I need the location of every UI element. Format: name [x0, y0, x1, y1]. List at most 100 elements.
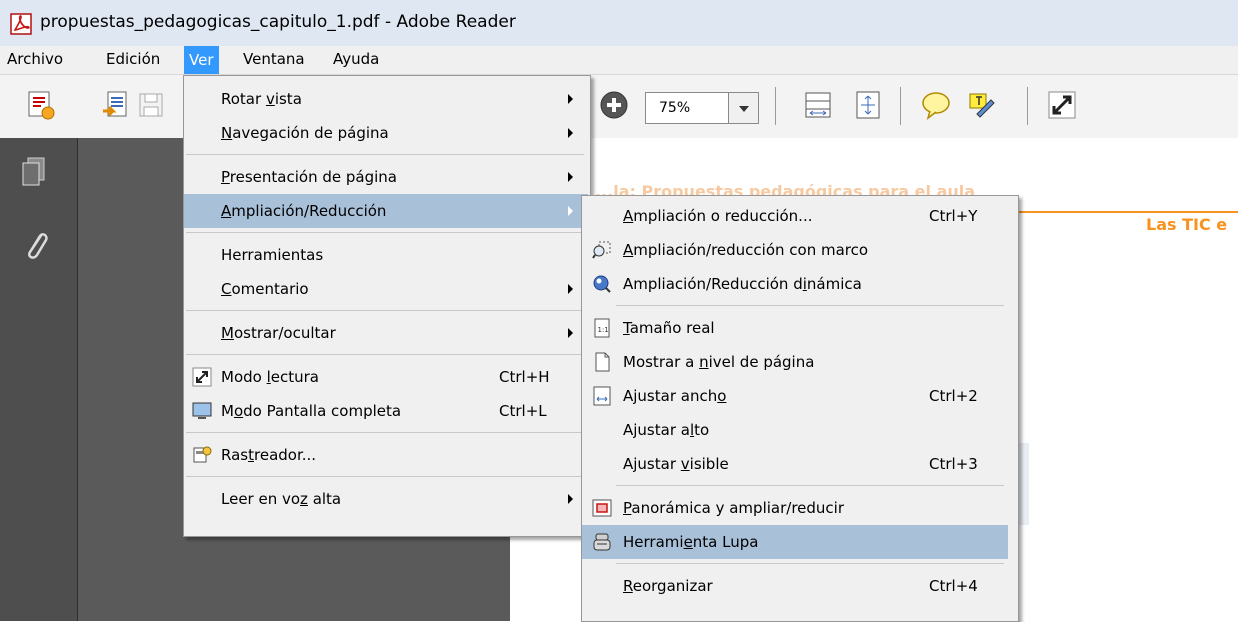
menu-archivo[interactable]: Archivo [7, 50, 63, 68]
menu-item-label: Tamaño real [623, 319, 715, 337]
title-bar: propuestas_pedagogicas_capitulo_1.pdf - … [0, 0, 1238, 46]
menu-separator [186, 310, 584, 311]
menu-item-label: Ampliación o reducción... [623, 207, 813, 225]
menu-separator [186, 232, 584, 233]
ver-menu-item-leer-en-voz-alta[interactable]: Leer en voz alta [184, 482, 588, 516]
ver-menu-item-rotar-vista[interactable]: Rotar vista [184, 82, 588, 116]
zoom-menu-item-tamano-real[interactable]: 1:1 Tamaño real [582, 311, 1008, 345]
actual-size-icon: 1:1 [594, 318, 610, 338]
menu-item-label: Mostrar a nivel de página [623, 353, 815, 371]
zoom-menu-item-ampliacion-reduccion-con-marco[interactable]: Ampliación/reducción con marco [582, 233, 1008, 267]
menu-separator [616, 305, 1004, 306]
ver-menu-item-mostrar-ocultar[interactable]: Mostrar/ocultar [184, 316, 588, 350]
menu-item-label: Ajustar alto [623, 421, 710, 439]
ver-menu-item-comentario[interactable]: Comentario [184, 272, 588, 306]
menu-item-label: Presentación de página [221, 168, 397, 186]
ver-menu-item-herramientas[interactable]: Herramientas [184, 238, 588, 272]
menu-item-label: Comentario [221, 280, 309, 298]
menu-separator [616, 485, 1004, 486]
export-pdf-icon[interactable] [100, 89, 132, 121]
zoom-menu-item-ajustar-visible[interactable]: Ajustar visible Ctrl+3 [582, 447, 1008, 481]
shortcut-label: Ctrl+4 [929, 577, 978, 595]
menu-item-label: Leer en voz alta [221, 490, 342, 508]
zoom-menu-item-panoramica-y-ampliar-reducir[interactable]: Panorámica y ampliar/reducir [582, 491, 1008, 525]
tracker-icon [193, 446, 212, 463]
ver-menu-item-ampliacion-reduccion[interactable]: Ampliación/Reducción [184, 194, 588, 228]
shortcut-label: Ctrl+2 [929, 387, 978, 405]
submenu-arrow-icon [568, 206, 573, 216]
shortcut-label: Ctrl+Y [929, 207, 978, 225]
menu-separator [186, 476, 584, 477]
highlight-text-icon[interactable] [966, 89, 998, 121]
ver-menu-item-presentacion-de-pagina[interactable]: Presentación de página [184, 160, 588, 194]
loupe-icon [593, 533, 611, 551]
menu-item-label: Ampliación/Reducción [221, 202, 387, 220]
submenu-arrow-icon [568, 172, 573, 182]
menu-bar: Archivo Edición Ver Ventana Ayuda [0, 46, 1238, 75]
menu-item-label: Herramienta Lupa [623, 533, 759, 551]
dynamic-zoom-icon [593, 275, 611, 293]
zoom-field[interactable]: 75% [645, 92, 729, 124]
menu-item-label: Herramientas [221, 246, 324, 264]
pages-icon[interactable] [20, 156, 48, 188]
menu-edicion[interactable]: Edición [106, 50, 160, 68]
toolbar-separator [775, 87, 776, 125]
submenu-arrow-icon [568, 128, 573, 138]
menu-item-label: Reorganizar [623, 577, 713, 595]
zoom-menu-item-ampliacion-reduccion-dinamica[interactable]: Ampliación/Reducción dinámica [582, 267, 1008, 301]
create-pdf-icon[interactable] [24, 89, 56, 121]
ver-menu-item-navegacion-de-pagina[interactable]: Navegación de página [184, 116, 588, 150]
comment-icon[interactable] [920, 89, 952, 121]
ver-menu-item-modo-lectura[interactable]: Modo lectura Ctrl+H [184, 360, 588, 394]
submenu-arrow-icon [568, 284, 573, 294]
shortcut-label: Ctrl+L [499, 402, 547, 420]
fit-page-icon[interactable] [852, 89, 884, 121]
menu-separator [186, 432, 584, 433]
zoom-menu-item-ajustar-alto[interactable]: Ajustar alto [582, 413, 1008, 447]
menu-item-label: Rotar vista [221, 90, 302, 108]
menu-item-label: Ampliación/Reducción dinámica [623, 275, 862, 293]
navigation-pane [0, 138, 78, 621]
zoom-dropdown-button[interactable] [729, 92, 759, 124]
menu-item-label: Modo Pantalla completa [221, 402, 402, 420]
menu-item-label: Ampliación/reducción con marco [623, 241, 869, 259]
shortcut-label: Ctrl+H [499, 368, 550, 386]
zoom-menu-item-ampliacion-o-reduccion[interactable]: Ampliación o reducción... Ctrl+Y [582, 199, 1008, 233]
svg-text:1:1: 1:1 [598, 326, 609, 334]
menu-ventana[interactable]: Ventana [243, 50, 305, 68]
menu-separator [186, 154, 584, 155]
menu-item-label: Ajustar visible [623, 455, 729, 473]
submenu-arrow-icon [568, 94, 573, 104]
window-title: propuestas_pedagogicas_capitulo_1.pdf - … [40, 12, 516, 32]
attachment-icon[interactable] [22, 226, 50, 262]
menu-item-label: Navegación de página [221, 124, 389, 142]
shortcut-label: Ctrl+3 [929, 455, 978, 473]
document-header-text: Las TIC e [1146, 215, 1228, 234]
menu-ayuda[interactable]: Ayuda [333, 50, 379, 68]
fit-width-icon [593, 386, 611, 406]
ver-menu-item-rastreador[interactable]: Rastreador... [184, 438, 588, 472]
fullscreen-icon [192, 402, 212, 419]
expand-icon[interactable] [1046, 89, 1078, 121]
menu-item-label: Mostrar/ocultar [221, 324, 336, 342]
menu-ver[interactable]: Ver [184, 46, 219, 74]
zoom-menu-item-ajustar-ancho[interactable]: Ajustar ancho Ctrl+2 [582, 379, 1008, 413]
zoom-value: 75% [659, 100, 691, 116]
toolbar-separator [900, 87, 901, 125]
menu-item-label: Modo lectura [221, 368, 319, 386]
zoom-menu-item-mostrar-a-nivel-de-pagina[interactable]: Mostrar a nivel de página [582, 345, 1008, 379]
chevron-down-icon [739, 106, 749, 112]
menu-separator [186, 354, 584, 355]
menu-item-label: Rastreador... [221, 446, 317, 464]
zoom-submenu: Ampliación o reducción... Ctrl+Y Ampliació… [581, 195, 1019, 622]
fit-page-icon [595, 352, 610, 372]
marquee-zoom-icon [592, 241, 611, 259]
zoom-in-icon[interactable] [598, 89, 630, 121]
zoom-menu-item-reorganizar[interactable]: Reorganizar Ctrl+4 [582, 569, 1008, 603]
save-icon[interactable] [135, 89, 167, 121]
ver-menu-item-modo-pantalla-completa[interactable]: Modo Pantalla completa Ctrl+L [184, 394, 588, 428]
zoom-menu-item-herramienta-lupa[interactable]: Herramienta Lupa [582, 525, 1008, 559]
fit-width-icon[interactable] [802, 89, 834, 121]
pan-zoom-icon [592, 499, 612, 517]
submenu-arrow-icon [568, 328, 573, 338]
